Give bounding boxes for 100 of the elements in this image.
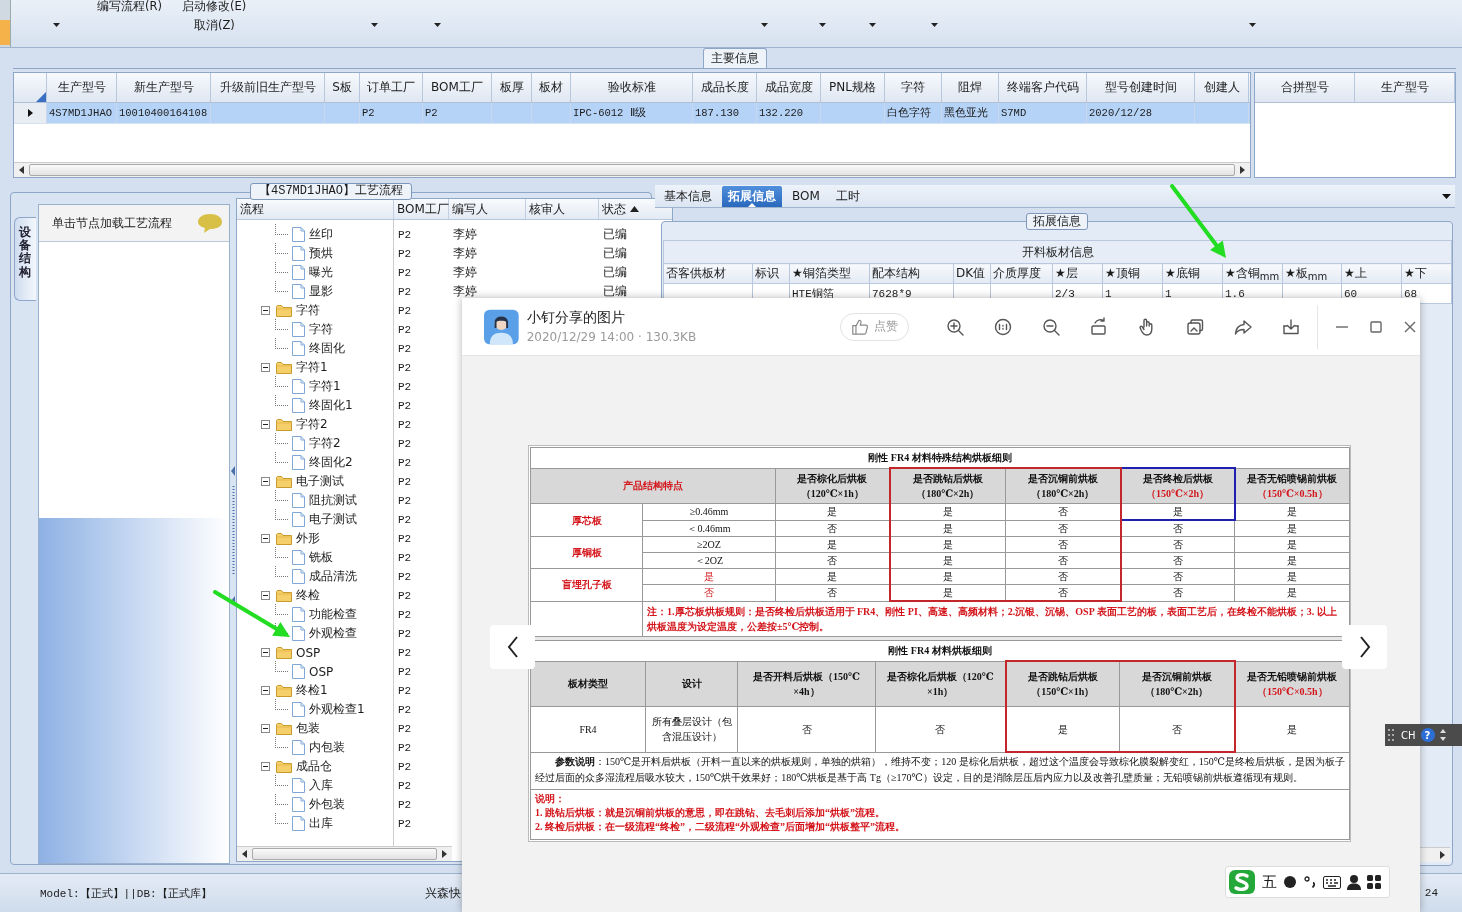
horizontal-scrollbar[interactable]: [14, 162, 1250, 177]
collapse-toggle-icon[interactable]: [261, 534, 270, 543]
scroll-up-icon[interactable]: [630, 206, 639, 212]
tree-item[interactable]: 包装: [296, 720, 320, 737]
tree-item[interactable]: 终检: [296, 587, 320, 604]
caret-icon[interactable]: [53, 23, 60, 27]
column-header[interactable]: 流程: [237, 199, 394, 219]
tree-item[interactable]: 电子测试: [296, 473, 344, 490]
scroll-right-icon[interactable]: [1237, 165, 1247, 175]
user-icon[interactable]: [1347, 874, 1361, 890]
horizontal-scrollbar[interactable]: [1418, 847, 1450, 862]
tree-item[interactable]: 终固化1: [309, 397, 353, 414]
column-header[interactable]: 板材: [532, 73, 571, 102]
tree-item[interactable]: OSP: [309, 664, 334, 679]
column-header[interactable]: 生产型号: [47, 73, 117, 102]
side-tab[interactable]: 设备结构: [14, 217, 36, 301]
column-header[interactable]: BOM工厂: [394, 199, 449, 219]
column-header[interactable]: 板厚: [492, 73, 532, 102]
tree-item[interactable]: 曝光: [309, 264, 333, 281]
scroll-right-icon[interactable]: [1437, 850, 1447, 860]
tree-item[interactable]: 字符: [309, 321, 333, 338]
column-header[interactable]: 成品宽度: [757, 73, 821, 102]
tree-item[interactable]: 内包装: [309, 739, 345, 756]
collapse-toggle-icon[interactable]: [261, 363, 270, 372]
stack-icon[interactable]: [1185, 316, 1206, 337]
language-indicator[interactable]: CH: [1401, 729, 1416, 741]
next-button[interactable]: [1342, 625, 1387, 669]
input-method-logo-icon[interactable]: [1228, 869, 1256, 895]
column-header[interactable]: 成品长度: [693, 73, 757, 102]
tree-item[interactable]: 字符2: [296, 416, 328, 433]
download-icon[interactable]: [1281, 316, 1302, 337]
collapse-toggle-icon[interactable]: [261, 477, 270, 486]
tab[interactable]: 工时: [829, 186, 866, 207]
tree-item[interactable]: 阻抗测试: [309, 492, 357, 509]
tree-item[interactable]: 终固化: [309, 340, 345, 357]
tree-item[interactable]: OSP: [296, 645, 321, 660]
grip-icon[interactable]: [1388, 728, 1396, 742]
table-row[interactable]: 4S7MD1JHAO 10010400164108 P2 P2 IPC-6012 Ⅱ级 187.130 132.220 白色字符 黑色亚光 S7MD 2020/12/28: [14, 103, 1250, 124]
zoom-in-icon[interactable]: [945, 316, 966, 337]
tree-item[interactable]: 字符1: [296, 359, 328, 376]
moon-icon[interactable]: [1283, 875, 1297, 889]
collapse-toggle-icon[interactable]: [261, 724, 270, 733]
tree-item[interactable]: 外包装: [309, 796, 345, 813]
column-header[interactable]: 升级前旧生产型号: [211, 73, 325, 102]
tree-item[interactable]: 成品清洗: [309, 568, 357, 585]
tree-item[interactable]: 功能检查: [309, 606, 357, 623]
tree-item[interactable]: 外观检查: [309, 625, 357, 642]
tree-item[interactable]: 外形: [296, 530, 320, 547]
input-mode[interactable]: 五: [1262, 872, 1277, 892]
tree-item[interactable]: 出库: [309, 815, 333, 832]
tree-item[interactable]: 终固化2: [309, 454, 353, 471]
column-header[interactable]: 状态: [599, 199, 642, 219]
caret-icon[interactable]: [371, 23, 378, 27]
column-header[interactable]: 编写人: [449, 199, 526, 219]
tree-item[interactable]: 入库: [309, 777, 333, 794]
scroll-left-icon[interactable]: [240, 849, 250, 859]
horizontal-scrollbar[interactable]: [237, 846, 452, 861]
caret-icon[interactable]: [819, 23, 826, 27]
column-header[interactable]: BOM工厂: [423, 73, 492, 102]
tree-item[interactable]: 字符1: [309, 378, 341, 395]
column-header[interactable]: 创建人: [1195, 73, 1249, 102]
scroll-left-icon[interactable]: [17, 165, 27, 175]
tree-item[interactable]: 字符: [296, 302, 320, 319]
tree-item[interactable]: 外观检查1: [309, 701, 365, 718]
help-button[interactable]: ?: [1420, 728, 1435, 742]
caret-icon[interactable]: [761, 23, 768, 27]
tab[interactable]: 拓展信息: [722, 186, 782, 207]
column-header[interactable]: 终端客户代码: [999, 73, 1087, 102]
tree-item[interactable]: 电子测试: [309, 511, 357, 528]
menu-item[interactable]: 启动修改(E): [181, 0, 247, 14]
column-header[interactable]: 核审人: [526, 199, 599, 219]
tree-item[interactable]: 丝印: [309, 226, 333, 243]
scroll-right-icon[interactable]: [439, 849, 449, 859]
options-icon[interactable]: [1439, 728, 1446, 742]
column-header[interactable]: 生产型号: [1355, 73, 1455, 102]
column-header[interactable]: 否客供板材: [663, 263, 753, 284]
column-header[interactable]: 合拼型号: [1255, 73, 1355, 102]
column-header[interactable]: 验收标准: [571, 73, 693, 102]
previous-button[interactable]: [490, 625, 535, 669]
collapse-toggle-icon[interactable]: [261, 686, 270, 695]
keyboard-icon[interactable]: [1323, 875, 1341, 889]
tree-item[interactable]: 终检1: [296, 682, 328, 699]
column-header[interactable]: PNL规格: [821, 73, 885, 102]
actual-size-icon[interactable]: [993, 316, 1014, 337]
collapse-toggle-icon[interactable]: [261, 762, 270, 771]
caret-icon[interactable]: [869, 23, 876, 27]
column-header[interactable]: S板: [325, 73, 360, 102]
caret-icon[interactable]: [931, 23, 938, 27]
tree-item[interactable]: 显影: [309, 283, 333, 300]
tree-item[interactable]: 成品仓: [296, 758, 332, 775]
column-header[interactable]: 阻焊: [942, 73, 999, 102]
column-header[interactable]: 型号创建时间: [1087, 73, 1195, 102]
corner-icon[interactable]: [36, 92, 46, 102]
column-header[interactable]: 新生产型号: [117, 73, 211, 102]
caret-icon[interactable]: [1249, 23, 1256, 27]
grid-icon[interactable]: [1367, 875, 1381, 889]
tree-item[interactable]: 字符2: [309, 435, 341, 452]
caret-icon[interactable]: [434, 23, 441, 27]
tab[interactable]: 基本信息: [658, 186, 718, 207]
tree-item[interactable]: 预烘: [309, 245, 333, 262]
